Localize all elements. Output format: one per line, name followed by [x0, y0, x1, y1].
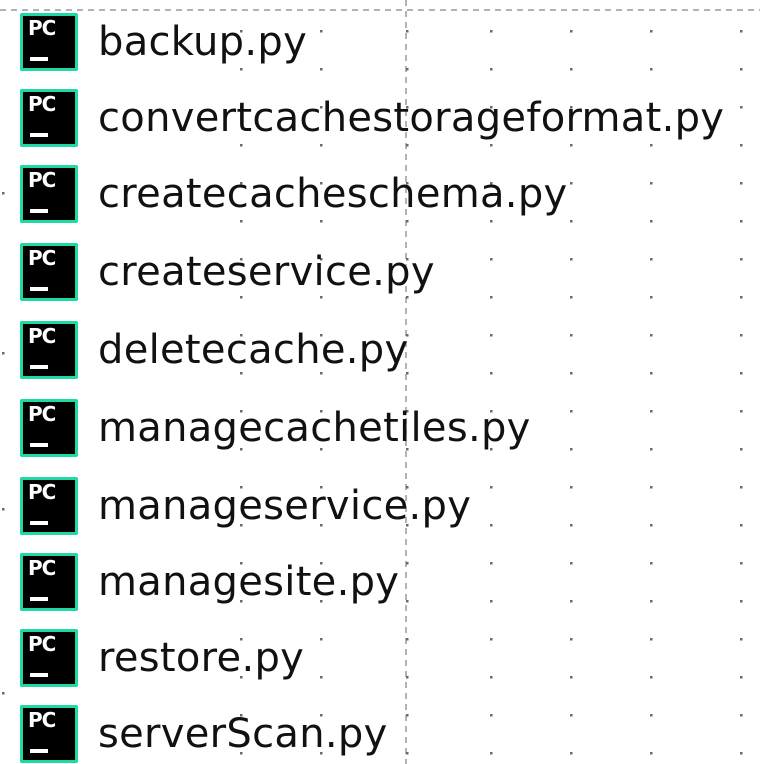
pycharm-icon: PC — [20, 243, 78, 301]
file-name: convertcachestorageformat.py — [98, 95, 725, 141]
file-name: manageservice.py — [98, 483, 472, 529]
file-name: createservice.py — [98, 249, 435, 295]
file-name: createcacheschema.py — [98, 171, 568, 217]
file-name: deletecache.py — [98, 327, 409, 373]
file-name: backup.py — [98, 19, 308, 65]
file-item-managecachetiles[interactable]: PC managecachetiles.py — [20, 396, 760, 460]
file-item-managesite[interactable]: PC managesite.py — [20, 550, 760, 614]
file-list: PC backup.py PC convertcachestorageforma… — [20, 0, 760, 764]
file-name: restore.py — [98, 635, 305, 681]
pycharm-icon: PC — [20, 399, 78, 457]
file-item-serverscan[interactable]: PC serverScan.py — [20, 702, 760, 764]
file-item-convertcachestorageformat[interactable]: PC convertcachestorageformat.py — [20, 86, 760, 150]
file-item-createcacheschema[interactable]: PC createcacheschema.py — [20, 162, 760, 226]
pycharm-icon: PC — [20, 553, 78, 611]
pycharm-icon: PC — [20, 629, 78, 687]
grid-dot — [2, 508, 5, 511]
grid-dot — [2, 692, 5, 695]
file-name: managesite.py — [98, 559, 400, 605]
file-item-manageservice[interactable]: PC manageservice.py — [20, 474, 760, 538]
pycharm-icon: PC — [20, 705, 78, 763]
file-name: managecachetiles.py — [98, 405, 531, 451]
file-name: serverScan.py — [98, 711, 388, 757]
file-item-restore[interactable]: PC restore.py — [20, 626, 760, 690]
grid-dot — [2, 192, 5, 195]
file-item-backup[interactable]: PC backup.py — [20, 10, 760, 74]
file-explorer-view: PC backup.py PC convertcachestorageforma… — [0, 0, 760, 764]
pycharm-icon: PC — [20, 165, 78, 223]
file-item-deletecache[interactable]: PC deletecache.py — [20, 318, 760, 382]
file-item-createservice[interactable]: PC createservice.py — [20, 240, 760, 304]
pycharm-icon: PC — [20, 477, 78, 535]
pycharm-icon: PC — [20, 321, 78, 379]
grid-dot — [2, 352, 5, 355]
pycharm-icon: PC — [20, 13, 78, 71]
pycharm-icon: PC — [20, 89, 78, 147]
